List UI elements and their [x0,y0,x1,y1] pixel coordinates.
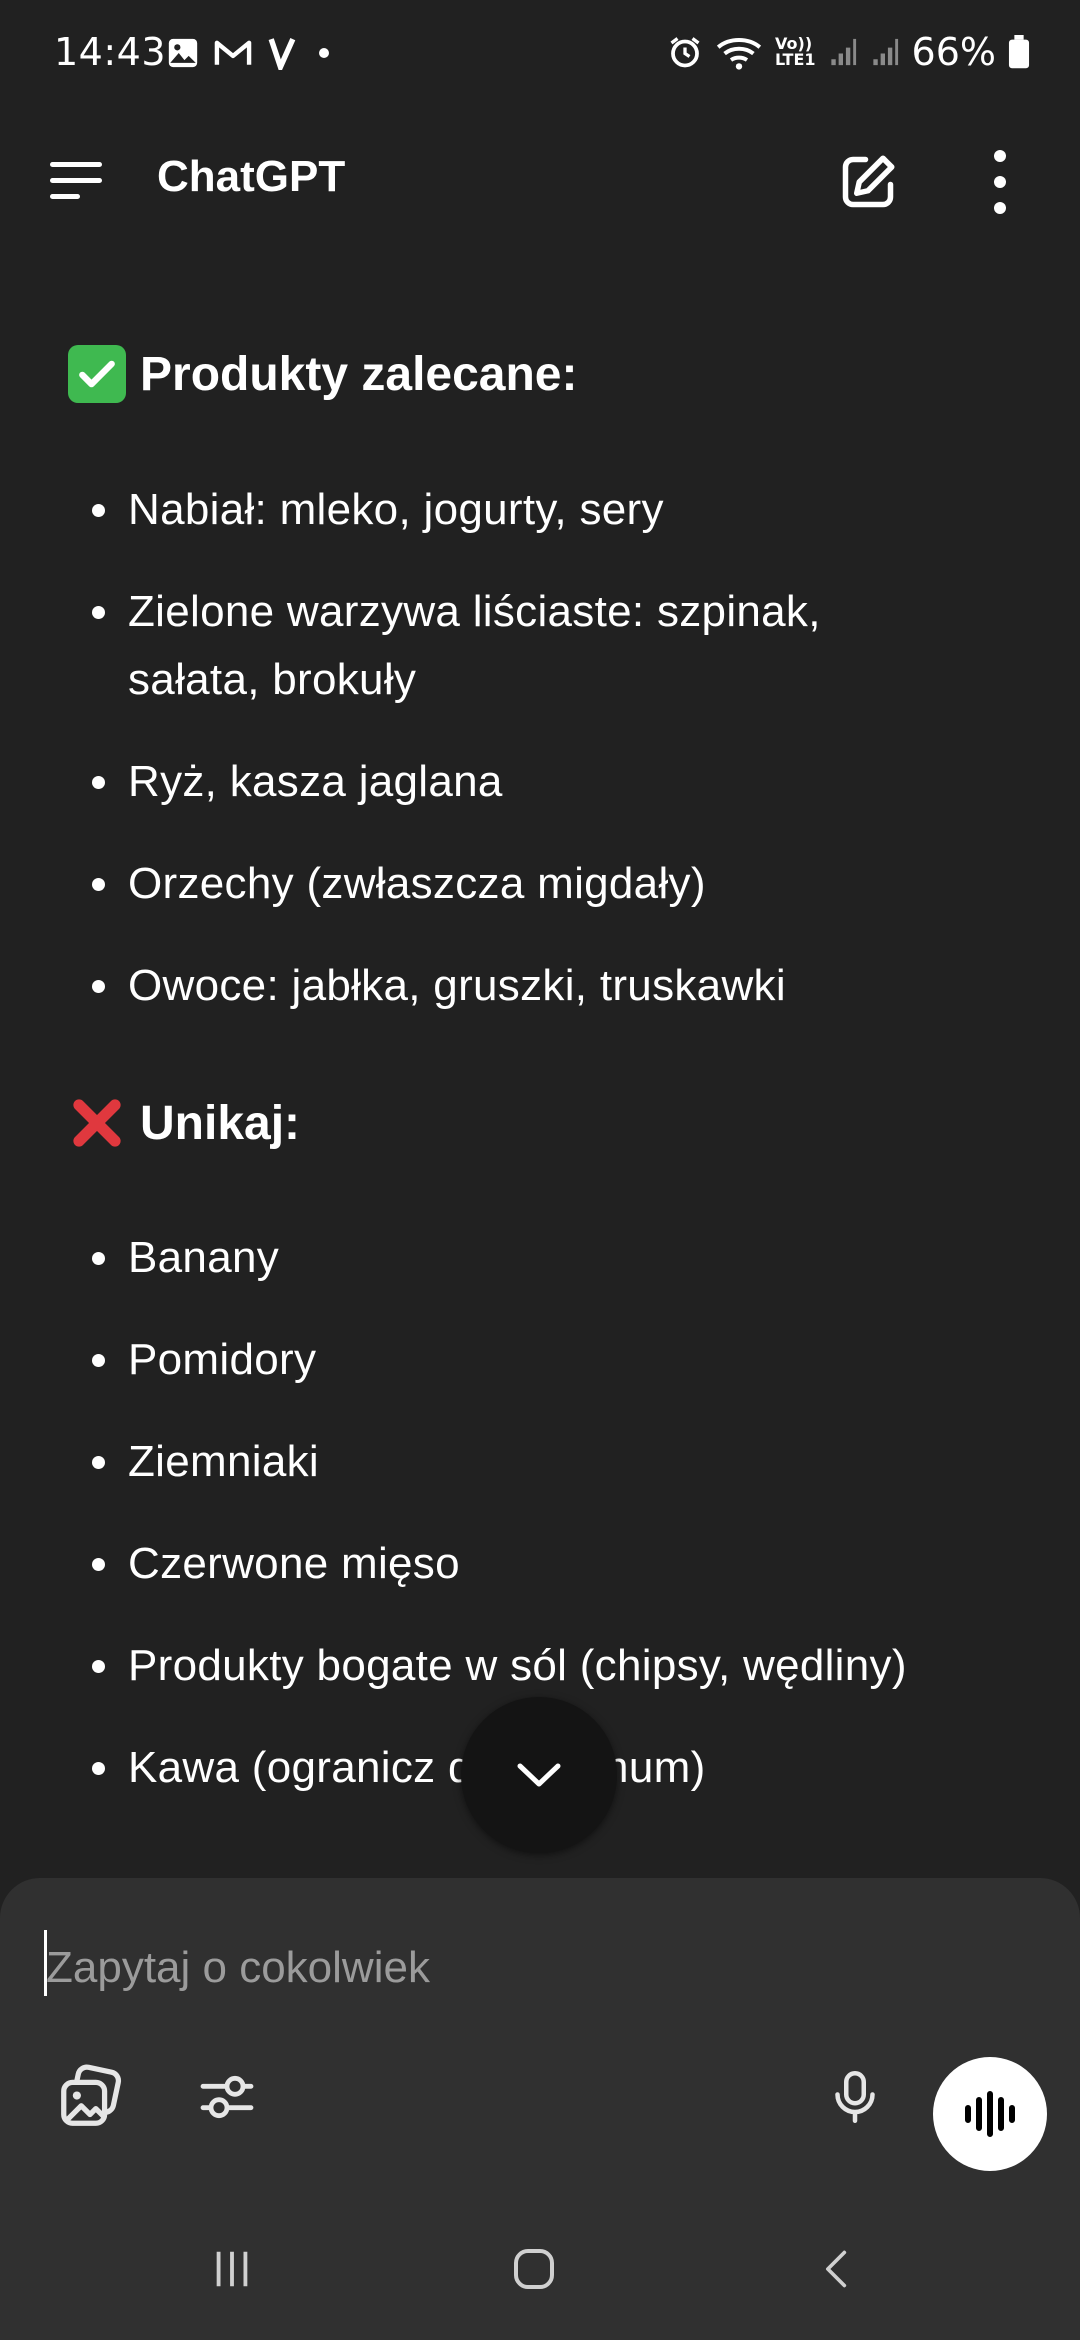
section-title: Unikaj: [140,1096,301,1150]
home-icon [514,2249,554,2289]
system-navigation-bar [0,2220,1080,2340]
battery-percent: 66% [911,30,996,74]
alarm-icon [670,37,700,68]
tools-button[interactable] [187,2057,267,2137]
list-item-text: Kawa (ogranicz do minimum) [128,1743,706,1792]
signal-icon-1 [830,38,856,66]
menu-button[interactable] [50,160,106,200]
recent-apps-icon [216,2251,248,2287]
more-vertical-icon [994,150,1006,162]
notification-icons [166,36,336,70]
list-item-text: Zielone warzywa liściaste: szpinak, sała… [128,587,821,704]
status-bar: 14:43 Vo)) LTE1 66% [0,0,1080,110]
bullet [92,850,128,918]
bullet [92,952,128,1020]
back-button[interactable] [797,2229,877,2309]
list-item-text: Produkty bogate w sól (chipsy, wędliny) [128,1641,907,1690]
signal-icon-2 [872,38,898,66]
list-item-text: Nabiał: mleko, jogurty, sery [128,485,664,534]
list-item: Zielone warzywa liściaste: szpinak, sała… [92,578,952,714]
bullet [92,1224,128,1292]
list-item: Nabiał: mleko, jogurty, sery [92,476,1012,544]
voice-mode-button[interactable] [933,2057,1047,2171]
list-item: Owoce: jabłka, gruszki, truskawki [92,952,1012,1020]
edit-icon [842,155,895,208]
bullet [92,1326,128,1394]
system-icons: Vo)) LTE1 66% [667,30,1030,74]
list-item: Ryż, kasza jaglana [92,748,1012,816]
bullet [92,1428,128,1496]
menu-icon-line [50,178,102,183]
scroll-to-bottom-button[interactable] [461,1697,617,1853]
list-item-text: Orzechy (zwłaszcza migdały) [128,859,706,908]
text-cursor [44,1930,47,1996]
list-item-text: Ziemniaki [128,1437,319,1486]
check-mark-emoji-icon [68,345,126,403]
microphone-icon [835,2071,875,2123]
wifi-icon [716,38,762,70]
list-item: Pomidory [92,1326,1012,1394]
list-item: Produkty bogate w sól (chipsy, wędliny) [92,1632,1012,1700]
message-input[interactable] [44,1928,1026,2008]
list-item: Ziemniaki [92,1428,1012,1496]
dot-icon [319,48,329,58]
bullet [92,1530,128,1598]
list-item-text: Owoce: jabłka, gruszki, truskawki [128,961,786,1010]
back-icon [826,2250,847,2288]
status-time: 14:43 [54,30,167,74]
more-dot [994,176,1006,188]
attach-image-button[interactable] [50,2057,130,2137]
bullet [92,578,128,714]
bullet [92,476,128,544]
voice-waveform-icon [965,2091,1015,2137]
more-dot [994,202,1006,214]
dictation-button[interactable] [815,2057,895,2137]
network-label: LTE1 [775,50,816,69]
list-item-text: Czerwone mięso [128,1539,460,1588]
app-bar: ChatGPT [0,110,1080,250]
menu-icon [50,162,102,167]
gallery-icon [168,38,198,68]
section-heading-recommended: Produkty zalecane: [68,345,577,403]
list-item-text: Ryż, kasza jaglana [128,757,503,806]
list-item: Banany [92,1224,1012,1292]
gmail-icon [214,40,252,65]
app-v-icon [268,37,296,70]
list-item: Czerwone mięso [92,1530,1012,1598]
recent-apps-button[interactable] [192,2229,272,2309]
list-item: Orzechy (zwłaszcza migdały) [92,850,1012,918]
bullet [92,1632,128,1700]
new-chat-button[interactable] [838,152,898,212]
chevron-down-icon [517,1763,561,1787]
sliders-icon [200,2075,254,2119]
home-button[interactable] [494,2229,574,2309]
section-title: Produkty zalecane: [140,347,578,401]
more-options-button[interactable] [985,150,1015,214]
bullet [92,1734,128,1802]
cross-mark-emoji-icon [68,1094,126,1152]
app-title: ChatGPT [157,152,346,201]
images-icon [61,2064,122,2126]
bullet [92,748,128,816]
volte-icon: Vo)) LTE1 [775,34,816,69]
section-heading-avoid: Unikaj: [68,1094,300,1152]
list-item-text: Banany [128,1233,280,1282]
battery-icon [1008,35,1030,69]
list-item-text: Pomidory [128,1335,317,1384]
menu-icon-line-short [50,194,80,199]
